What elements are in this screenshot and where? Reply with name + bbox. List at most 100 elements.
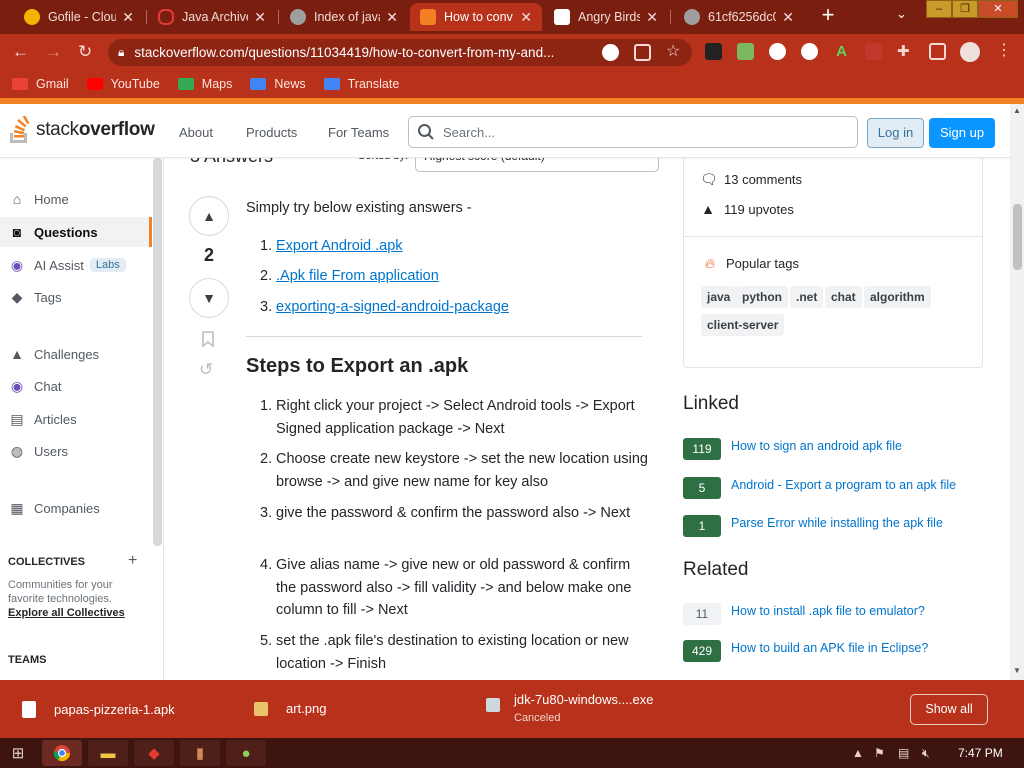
sidebar-item-ai-assist[interactable]: ◉ AI Assist Labs: [0, 250, 152, 280]
linked-link[interactable]: How to sign an android apk file: [731, 438, 981, 455]
related-item[interactable]: 11 How to install .apk file to emulator?: [683, 603, 981, 625]
sidebar-item-challenges[interactable]: ▲ Challenges: [0, 339, 152, 369]
side-panel-icon[interactable]: [929, 43, 946, 60]
link-exporting-signed-package[interactable]: exporting-a-signed-android-package: [276, 299, 509, 315]
login-button[interactable]: Log in: [867, 118, 924, 148]
linked-item[interactable]: 119 How to sign an android apk file: [683, 438, 981, 460]
linked-link[interactable]: Parse Error while installing the apk fil…: [731, 515, 981, 532]
upvote-button[interactable]: ▲: [189, 196, 229, 236]
extension-icon[interactable]: [801, 43, 818, 60]
related-link[interactable]: How to build an APK file in Eclipse?: [731, 640, 981, 657]
bookmark-maps[interactable]: Maps: [177, 77, 232, 91]
bookmark-gmail[interactable]: Gmail: [12, 77, 69, 91]
close-tab-icon[interactable]: ✕: [520, 9, 532, 26]
sidebar-scrollbar[interactable]: [153, 158, 162, 546]
extension-icon[interactable]: [865, 43, 882, 60]
tag-python[interactable]: python: [736, 286, 788, 308]
extension-icon[interactable]: [769, 43, 786, 60]
close-tab-icon[interactable]: ✕: [782, 9, 794, 26]
download-item[interactable]: jdk-7u80-windows....exe Canceled: [486, 692, 653, 724]
show-all-downloads-button[interactable]: Show all: [910, 694, 988, 725]
tag-chat[interactable]: chat: [825, 286, 862, 308]
sidebar-item-users[interactable]: ◍ Users: [0, 436, 152, 466]
extension-icon[interactable]: [737, 43, 754, 60]
sidebar-item-companies[interactable]: ▦ Companies: [0, 493, 152, 523]
app-taskbar-icon[interactable]: ◆: [134, 740, 174, 766]
chrome-taskbar-icon[interactable]: [42, 740, 82, 766]
profile-avatar-icon[interactable]: [960, 42, 980, 62]
scroll-down-icon[interactable]: ▼: [1013, 666, 1021, 675]
java-archive-favicon-icon: [158, 9, 174, 25]
network-icon[interactable]: ▤: [898, 746, 909, 760]
bookmark-youtube[interactable]: YouTube: [86, 77, 160, 91]
browser-tab[interactable]: Index of java ✕: [280, 3, 408, 31]
close-tab-icon[interactable]: ✕: [386, 9, 398, 26]
link-apk-file-from-application[interactable]: .Apk file From application: [276, 268, 439, 284]
reload-icon[interactable]: ↻: [78, 42, 92, 62]
nav-for-teams[interactable]: For Teams: [328, 125, 389, 140]
sidebar-item-articles[interactable]: ▤ Articles: [0, 404, 152, 434]
tag-java[interactable]: java: [701, 286, 737, 308]
browser-tab[interactable]: Java Archive ✕: [148, 3, 276, 31]
stackoverflow-logo[interactable]: stack overflow: [8, 116, 155, 144]
bookmark-icon[interactable]: [201, 331, 215, 352]
sidebar-item-questions[interactable]: ◙ Questions: [0, 217, 152, 247]
google-lens-icon[interactable]: [602, 44, 619, 61]
scrollbar-thumb[interactable]: [1013, 204, 1022, 270]
sidebar-item-chat[interactable]: ◉ Chat: [0, 371, 152, 401]
history-icon[interactable]: ↺: [199, 360, 213, 380]
browser-tab[interactable]: Gofile - Clou ✕: [14, 3, 144, 31]
bookmark-star-icon[interactable]: ☆: [666, 44, 683, 61]
tab-search-chevron-icon[interactable]: ⌄: [896, 6, 907, 22]
share-icon[interactable]: [634, 44, 651, 61]
related-link[interactable]: How to install .apk file to emulator?: [731, 603, 981, 620]
linked-item[interactable]: 5 Android - Export a program to an apk fi…: [683, 477, 981, 499]
downvote-button[interactable]: ▼: [189, 278, 229, 318]
search-input[interactable]: Search...: [408, 116, 858, 148]
volume-muted-icon[interactable]: 🔇︎: [922, 746, 930, 761]
forward-arrow-icon[interactable]: →: [45, 42, 62, 62]
puzzle-icon[interactable]: ✚: [897, 43, 914, 60]
app-taskbar-icon[interactable]: ▮: [180, 740, 220, 766]
browser-tab-active[interactable]: How to conv ✕: [410, 3, 542, 31]
tag-dotnet[interactable]: .net: [790, 286, 824, 308]
minimize-window-button[interactable]: –: [926, 0, 952, 18]
close-window-button[interactable]: ✕: [978, 0, 1018, 18]
related-item[interactable]: 429 How to build an APK file in Eclipse?: [683, 640, 981, 662]
extension-icon[interactable]: [705, 43, 722, 60]
browser-tab[interactable]: Angry Birds ✕: [544, 3, 668, 31]
new-tab-button[interactable]: +: [816, 4, 840, 28]
flag-icon[interactable]: ⚑: [874, 746, 885, 760]
back-arrow-icon[interactable]: ←: [12, 42, 29, 62]
close-tab-icon[interactable]: ✕: [122, 9, 134, 26]
download-item[interactable]: art.png: [254, 701, 326, 716]
app-taskbar-icon[interactable]: ●: [226, 740, 266, 766]
scroll-up-icon[interactable]: ▲: [1013, 106, 1021, 115]
download-item[interactable]: papas-pizzeria-1.apk: [22, 701, 175, 718]
tag-client-server[interactable]: client-server: [701, 314, 785, 336]
restore-window-button[interactable]: ❐: [952, 0, 978, 18]
nav-products[interactable]: Products: [246, 125, 297, 140]
browser-tab[interactable]: 61cf6256dc0 ✕: [674, 3, 804, 31]
sidebar-item-home[interactable]: ⌂ Home: [0, 184, 152, 214]
start-windows-icon[interactable]: ⊞: [6, 740, 30, 766]
bookmark-news[interactable]: News: [250, 77, 306, 91]
windows-taskbar: ⊞ ▬ ◆ ▮ ● ▲ ⚑ ▤ 🔇︎ 7:47 PM: [0, 738, 1024, 768]
linked-item[interactable]: 1 Parse Error while installing the apk fi…: [683, 515, 981, 537]
tag-algorithm[interactable]: algorithm: [864, 286, 931, 308]
file-explorer-taskbar-icon[interactable]: ▬: [88, 740, 128, 766]
sidebar-item-tags[interactable]: ◆ Tags: [0, 282, 152, 312]
close-tab-icon[interactable]: ✕: [254, 9, 266, 26]
page-scrollbar[interactable]: ▲ ▼: [1010, 104, 1024, 680]
menu-kebab-icon[interactable]: ⋮: [996, 43, 1013, 60]
explore-collectives-link[interactable]: Explore all Collectives: [8, 607, 125, 619]
extension-icon[interactable]: A: [833, 43, 850, 60]
signup-button[interactable]: Sign up: [929, 118, 995, 148]
tray-overflow-icon[interactable]: ▲: [852, 746, 864, 760]
add-collective-icon[interactable]: +: [128, 552, 137, 570]
close-tab-icon[interactable]: ✕: [646, 9, 658, 26]
nav-about[interactable]: About: [179, 125, 213, 140]
linked-link[interactable]: Android - Export a program to an apk fil…: [731, 477, 981, 494]
bookmark-translate[interactable]: Translate: [323, 77, 399, 91]
link-export-android-apk[interactable]: Export Android .apk: [276, 238, 403, 254]
